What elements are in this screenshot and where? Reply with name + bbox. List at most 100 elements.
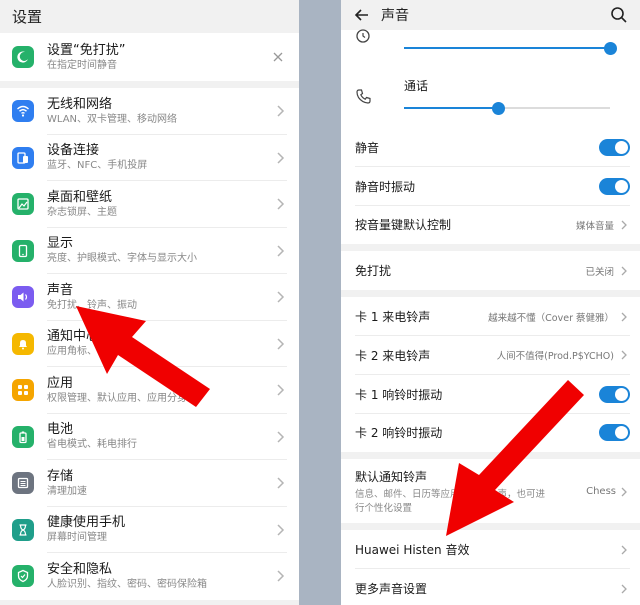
sim2-vibrate-row[interactable]: 卡 2 响铃时振动 [341,413,640,453]
huawei-histen-row[interactable]: Huawei Histen 音效 [341,530,640,570]
sim1-vibrate-label: 卡 1 响铃时振动 [355,387,443,402]
settings-item-subtitle: 免打扰、铃声、振动 [47,299,137,311]
sound-settings-panel: 声音 通话 静音 静音时振动 按音量键默认控制 媒体音量 免打扰 已关闭 卡 1… [341,0,640,605]
sim1-vibrate-toggle[interactable] [599,385,630,403]
settings-item-subtitle: 蓝牙、NFC、手机投屏 [47,160,148,172]
settings-item-subtitle: 省电模式、耗电排行 [47,439,137,451]
settings-list: 无线和网络 WLAN、双卡管理、移动网络 设备连接 蓝牙、NFC、手机投屏 桌面和壁… [0,88,299,600]
notification-tone-label: 默认通知铃声 [355,470,428,485]
chevron-right-icon [277,152,285,164]
chevron-right-icon [277,524,285,536]
settings-item-digital-balance[interactable]: 健康使用手机 屏幕时间管理 [0,507,299,554]
phone-icon [356,89,371,104]
hourglass-icon [12,518,34,541]
settings-item-title: 通知中心 [47,329,100,345]
do-not-disturb-row[interactable]: 免打扰 已关闭 [341,251,640,291]
chevron-right-icon [277,477,285,489]
settings-item-wireless[interactable]: 无线和网络 WLAN、双卡管理、移动网络 [0,88,299,135]
do-not-disturb-label: 免打扰 [355,264,392,279]
settings-item-subtitle: 清理加速 [47,485,87,497]
notification-tone-value: Chess [586,486,616,498]
call-volume-slider[interactable] [492,101,506,115]
dnd-title: 设置“免打扰” [47,42,126,58]
chevron-right-icon [621,584,627,594]
settings-item-title: 声音 [47,282,74,298]
settings-item-title: 应用 [47,375,74,391]
chevron-right-icon [277,245,285,257]
page-title: 设置 [0,0,299,33]
chevron-right-icon [277,384,285,396]
settings-item-device-connection[interactable]: 设备连接 蓝牙、NFC、手机投屏 [0,135,299,182]
sim2-vibrate-toggle[interactable] [599,424,630,442]
settings-item-title: 设备连接 [47,143,100,159]
chevron-right-icon [621,312,627,322]
volume-key-control-value: 媒体音量 [575,220,614,232]
chevron-right-icon [277,105,285,117]
settings-item-display[interactable]: 显示 亮度、护眼模式、字体与显示大小 [0,228,299,275]
alarm-volume-slider[interactable] [603,41,617,55]
settings-item-subtitle: 亮度、护眼模式、字体与显示大小 [47,253,197,265]
wifi-icon [12,100,34,123]
search-icon[interactable] [610,6,628,24]
chevron-right-icon [621,220,627,230]
display-icon [12,239,34,262]
volume-key-control-label: 按音量键默认控制 [355,218,452,233]
chevron-right-icon [621,266,627,276]
settings-item-notifications[interactable]: 通知中心 应用角标、锁屏通知 [0,321,299,368]
back-arrow-icon[interactable] [353,6,371,24]
settings-item-subtitle: 权限管理、默认应用、应用分身 [47,392,187,404]
mute-row[interactable]: 静音 [341,128,640,167]
settings-item-title: 安全和隐私 [47,561,113,577]
mute-label: 静音 [355,140,380,155]
chevron-right-icon [621,545,627,555]
sim1-ringtone-label: 卡 1 来电铃声 [355,310,431,325]
notification-tone-desc-line2: 行个性化设置 [355,503,413,515]
sim1-vibrate-row[interactable]: 卡 1 响铃时振动 [341,374,640,414]
settings-item-title: 桌面和壁纸 [47,189,113,205]
settings-item-security[interactable]: 安全和隐私 人脸识别、指纹、密码、密码保险箱 [0,553,299,600]
more-sound-settings-row[interactable]: 更多声音设置 [341,569,640,605]
settings-item-title: 健康使用手机 [47,515,126,531]
volume-section: 通话 [341,29,640,128]
settings-item-battery[interactable]: 电池 省电模式、耗电排行 [0,414,299,461]
moon-icon [12,46,34,68]
apps-icon [12,379,34,402]
settings-item-subtitle: 人脸识别、指纹、密码、密码保险箱 [47,578,207,590]
mute-toggle[interactable] [599,138,630,156]
wallpaper-icon [12,193,34,216]
sim2-ringtone-label: 卡 2 来电铃声 [355,348,431,363]
shield-icon [12,565,34,588]
sim1-ringtone-value: 越来越不懂（Cover 蔡健雅） [488,312,614,324]
settings-panel: 设置 设置“免打扰” 在指定时间静音 无线和网络 WLAN、双卡管理、移动网络 设… [0,0,299,605]
chevron-right-icon [621,487,627,497]
chevron-right-icon [277,291,285,303]
alarm-clock-icon [356,29,370,43]
sim1-ringtone-row[interactable]: 卡 1 来电铃声 越来越不懂（Cover 蔡健雅） [341,297,640,336]
device-connect-icon [12,146,34,169]
do-not-disturb-value: 已关闭 [585,266,614,278]
settings-item-subtitle: 杂志锁屏、主题 [47,206,117,218]
vibrate-when-silent-toggle[interactable] [599,177,630,195]
huawei-histen-label: Huawei Histen 音效 [355,543,470,558]
settings-item-subtitle: 屏幕时间管理 [47,532,107,544]
default-notification-tone-row[interactable]: 默认通知铃声 信息、邮件、日历等应用的默认铃声，也可进 行个性化设置 Chess [341,459,640,524]
settings-item-subtitle: WLAN、双卡管理、移动网络 [47,113,178,125]
sound-header: 声音 [341,0,640,30]
settings-item-storage[interactable]: 存储 清理加速 [0,460,299,507]
settings-item-sound[interactable]: 声音 免打扰、铃声、振动 [0,274,299,321]
volume-key-control-row[interactable]: 按音量键默认控制 媒体音量 [341,205,640,245]
dnd-banner[interactable]: 设置“免打扰” 在指定时间静音 [0,33,299,81]
chevron-right-icon [277,338,285,350]
chevron-right-icon [277,570,285,582]
settings-item-title: 存储 [47,468,74,484]
settings-item-title: 电池 [47,422,74,438]
sim2-ringtone-value: 人间不值得(Prod.P$YCHO) [496,351,614,363]
sim2-ringtone-row[interactable]: 卡 2 来电铃声 人间不值得(Prod.P$YCHO) [341,335,640,375]
settings-item-wallpaper[interactable]: 桌面和壁纸 杂志锁屏、主题 [0,181,299,228]
chevron-right-icon [277,198,285,210]
page-title: 声音 [381,8,409,24]
vibrate-when-silent-row[interactable]: 静音时振动 [341,166,640,206]
settings-item-apps[interactable]: 应用 权限管理、默认应用、应用分身 [0,367,299,414]
close-icon[interactable] [271,50,285,64]
battery-icon [12,425,34,448]
